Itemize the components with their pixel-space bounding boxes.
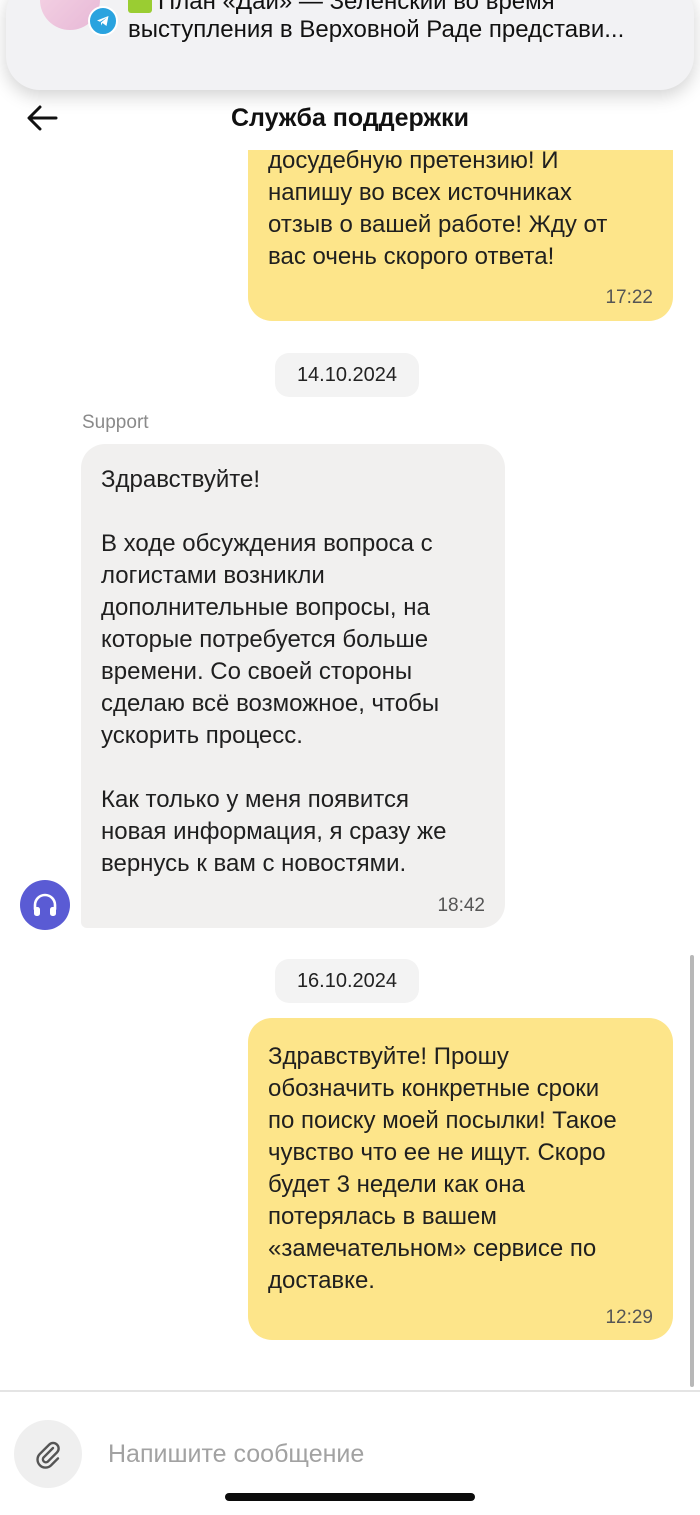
message-text: досудебную претензию! И напишу во всех и… <box>268 147 608 270</box>
notification-body: выступления в Верховной Раде представи..… <box>128 16 625 43</box>
notification-title: План «Дай» — Зеленский во время <box>128 0 555 16</box>
sender-name: Support <box>82 412 149 433</box>
outgoing-message[interactable]: досудебную претензию! И напишу во всех и… <box>248 120 673 321</box>
message-input[interactable] <box>96 1430 680 1478</box>
date-separator: 14.10.2024 <box>275 353 419 397</box>
message-time: 12:29 <box>605 1307 653 1328</box>
headphones-icon <box>33 893 57 916</box>
paperclip-icon <box>36 1441 60 1469</box>
outgoing-message[interactable]: Здравствуйте! Прошу обозначить конкретны… <box>248 1018 673 1340</box>
scrollbar[interactable] <box>690 955 694 1387</box>
notification-banner[interactable]: План «Дай» — Зеленский во время выступле… <box>6 0 694 90</box>
date-separator: 16.10.2024 <box>275 959 419 1003</box>
incoming-message[interactable]: Здравствуйте! В ходе обсуждения вопроса … <box>81 444 505 928</box>
input-divider <box>0 1390 700 1392</box>
map-emoji-icon <box>128 0 152 13</box>
support-avatar <box>20 880 70 930</box>
chat-header: Служба поддержки <box>0 90 700 150</box>
message-time: 18:42 <box>437 895 485 916</box>
page-title: Служба поддержки <box>230 104 470 132</box>
message-text: Здравствуйте! В ходе обсуждения вопроса … <box>101 466 447 877</box>
home-indicator <box>225 1493 475 1501</box>
telegram-icon <box>88 6 118 36</box>
message-text: Здравствуйте! Прошу обозначить конкретны… <box>268 1043 617 1294</box>
attach-button[interactable] <box>14 1420 82 1488</box>
message-time: 17:22 <box>605 287 653 308</box>
